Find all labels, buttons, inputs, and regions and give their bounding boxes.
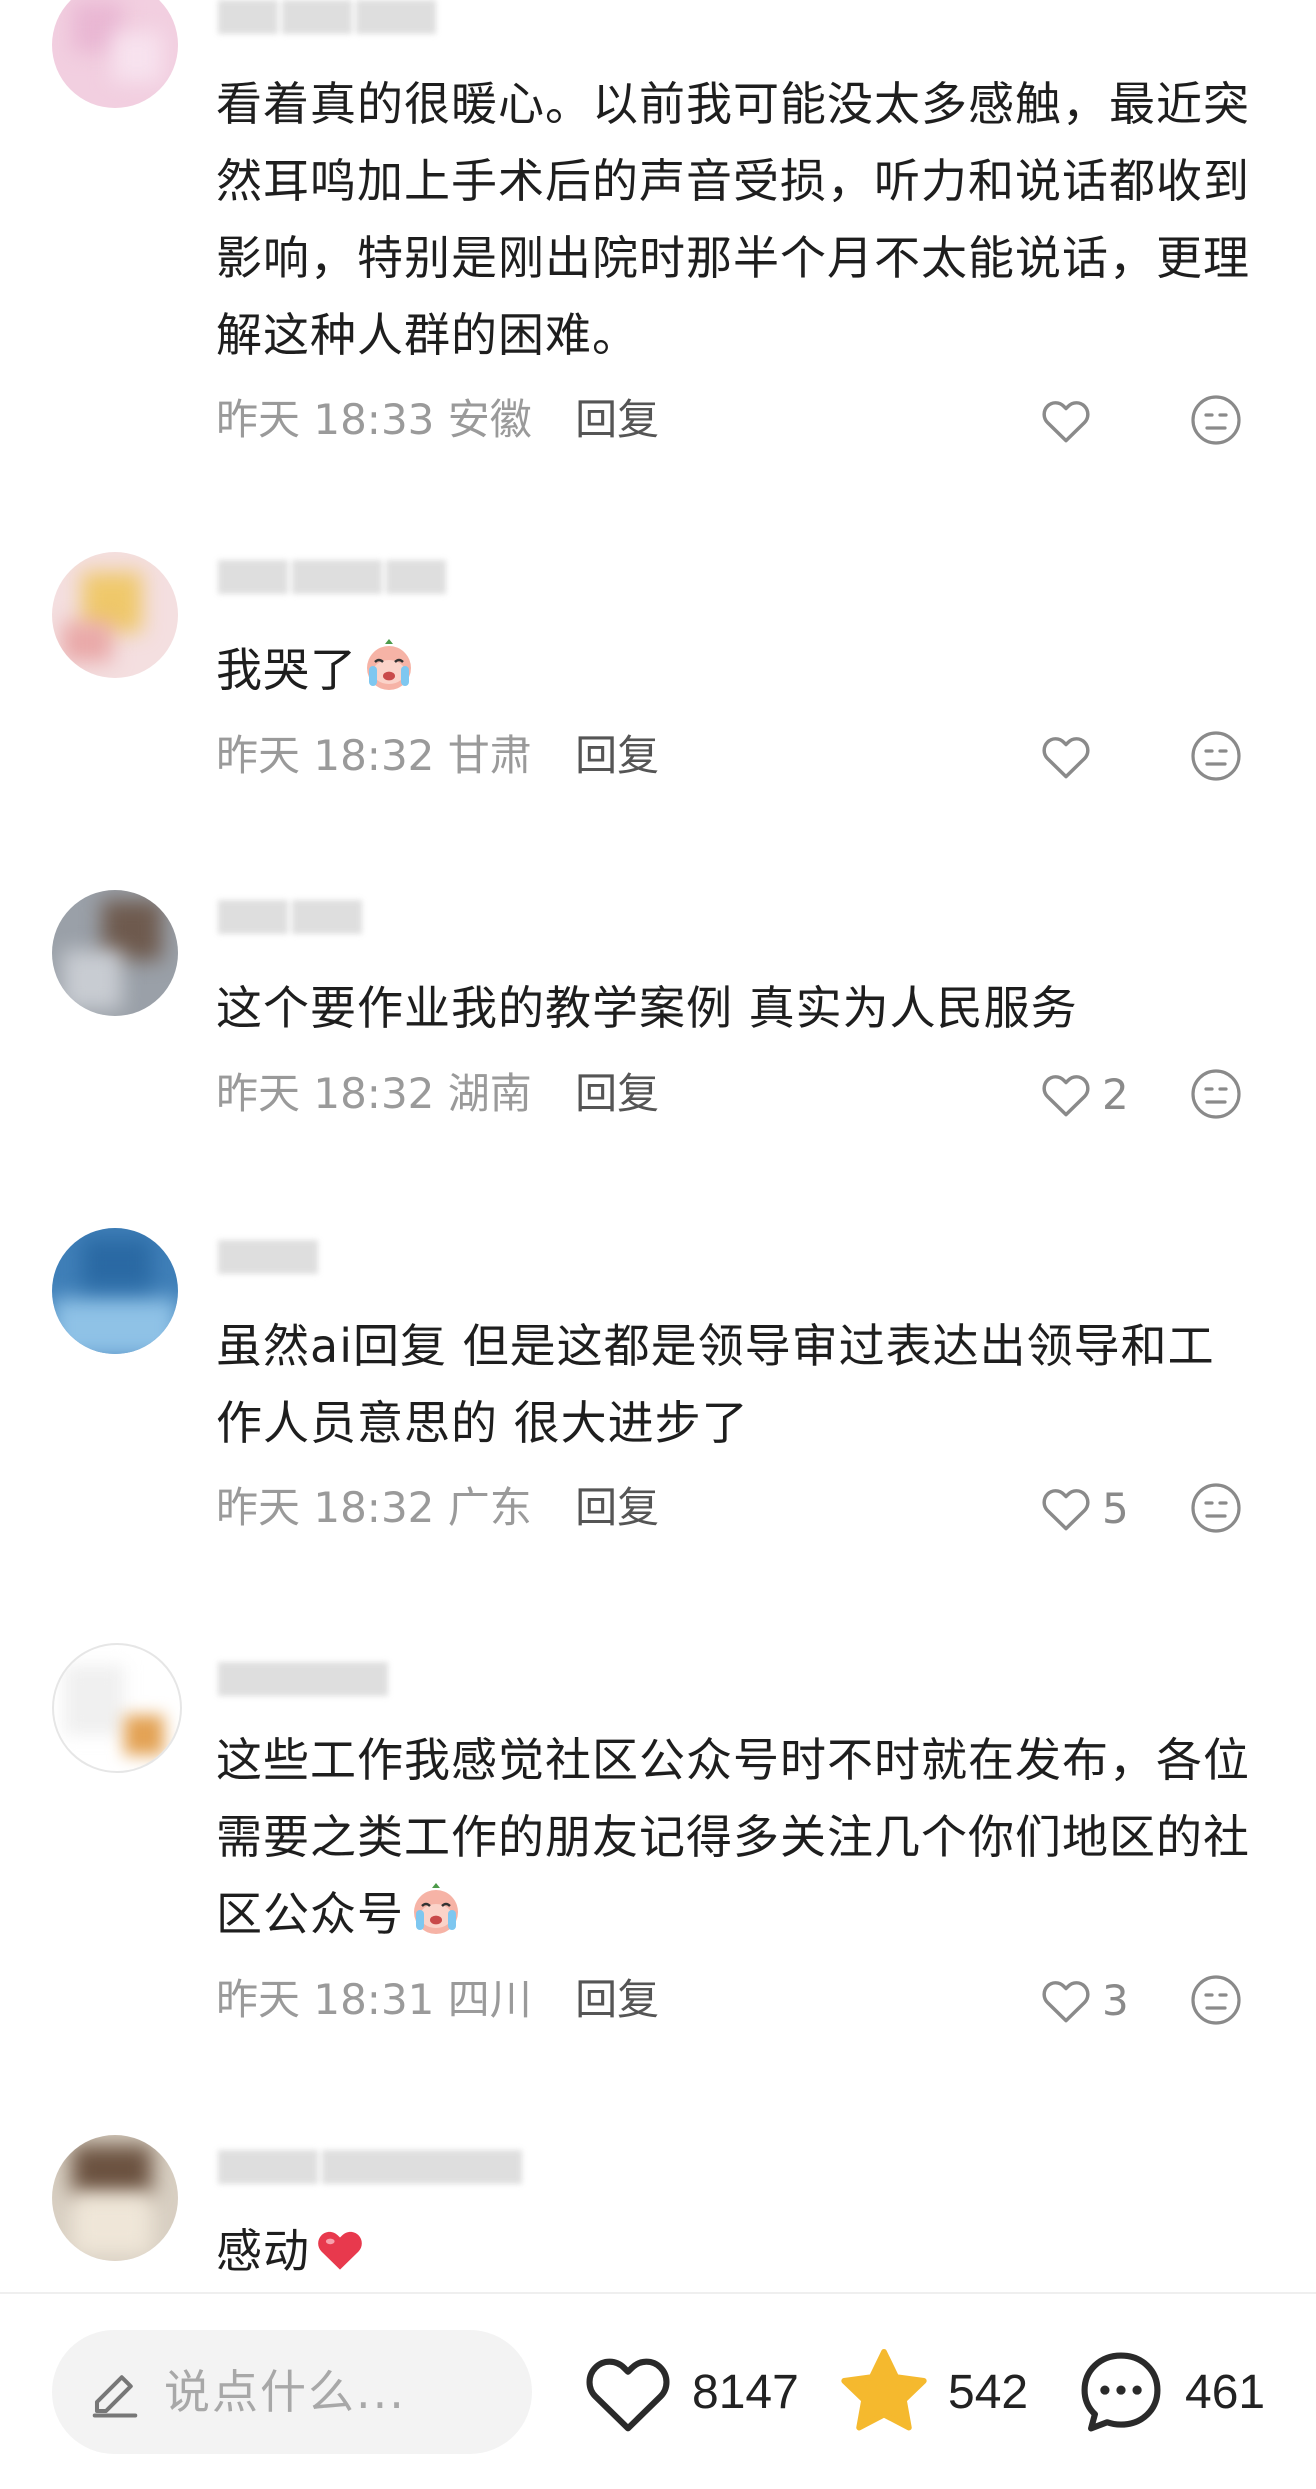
- heart-outline-icon: [1042, 1075, 1090, 1117]
- comment-location: 广东: [447, 1483, 532, 1532]
- like-button[interactable]: [1040, 392, 1102, 448]
- reply-button[interactable]: 回复: [575, 1483, 659, 1532]
- dislike-face-icon[interactable]: [1190, 394, 1242, 446]
- star-icon: [841, 2348, 927, 2431]
- comment-input[interactable]: 说点什么...: [52, 2330, 532, 2454]
- username[interactable]: [218, 0, 440, 34]
- crying-emoji: [414, 1883, 458, 1934]
- comment-time: 昨天 18:32: [216, 731, 435, 780]
- avatar[interactable]: [52, 2135, 178, 2261]
- comment-time: 昨天 18:32: [216, 1069, 435, 1118]
- comment-meta: 昨天 18:33 安徽 回复: [216, 395, 659, 445]
- comment-location: 湖南: [447, 1069, 532, 1118]
- avatar[interactable]: [52, 1228, 178, 1354]
- like-button[interactable]: 2: [1040, 1066, 1129, 1122]
- like-post-button[interactable]: 8147: [582, 2342, 799, 2442]
- like-count: 5: [1102, 1483, 1129, 1533]
- comment-location: 安徽: [447, 395, 532, 444]
- like-button[interactable]: 5: [1040, 1480, 1129, 1536]
- username[interactable]: [218, 1662, 392, 1696]
- username[interactable]: [218, 560, 450, 594]
- pen-icon: [92, 2375, 138, 2418]
- like-button[interactable]: 3: [1040, 1972, 1129, 2028]
- comment-text: 这个要作业我的教学案例 真实为人民服务: [216, 981, 1078, 1035]
- like-count: 3: [1102, 1975, 1129, 2025]
- avatar[interactable]: [52, 890, 178, 1016]
- comment-text-value: 这些工作我感觉社区公众号时不时就在发布，各位需要之类工作的朋友记得多关注几个你们…: [216, 1733, 1250, 1941]
- avatar[interactable]: [52, 1643, 182, 1773]
- comment-text: 这些工作我感觉社区公众号时不时就在发布，各位需要之类工作的朋友记得多关注几个你们…: [216, 1722, 1256, 1953]
- comment-text-value: 感动: [216, 2224, 310, 2278]
- dislike-face-icon[interactable]: [1190, 1974, 1242, 2026]
- comment-text-value: 我哭了: [216, 643, 357, 697]
- like-button[interactable]: [1040, 728, 1102, 784]
- avatar[interactable]: [52, 552, 178, 678]
- reply-button[interactable]: 回复: [575, 731, 659, 780]
- comment-text: 虽然ai回复 但是这都是领导审过表达出领导和工作人员意思的 很大进步了: [216, 1319, 1215, 1450]
- heart-outline-icon: [1042, 1981, 1090, 2023]
- comment-input-placeholder: 说点什么...: [164, 2365, 406, 2419]
- collect-button[interactable]: 542: [838, 2342, 1028, 2442]
- dislike-face-icon[interactable]: [1190, 1068, 1242, 1120]
- heart-outline-icon: [586, 2358, 670, 2432]
- comment-text: 感动: [216, 2213, 1256, 2290]
- username[interactable]: [218, 1240, 322, 1274]
- like-count-total: 8147: [692, 2365, 799, 2419]
- collect-count: 542: [948, 2365, 1029, 2419]
- reply-button[interactable]: 回复: [575, 1069, 659, 1118]
- comment-time: 昨天 18:32: [216, 1483, 435, 1532]
- comment-meta: 昨天 18:32 甘肃 回复: [216, 731, 659, 781]
- comment-time: 昨天 18:31: [216, 1975, 435, 2024]
- avatar[interactable]: [52, 0, 178, 108]
- dislike-face-icon[interactable]: [1190, 1482, 1242, 1534]
- bottom-action-bar: 说点什么... 8147 542 461: [0, 2292, 1316, 2489]
- heart-outline-icon: [1042, 737, 1090, 779]
- comment-location: 四川: [447, 1975, 532, 2024]
- username[interactable]: [218, 900, 366, 934]
- crying-emoji: [367, 639, 411, 690]
- comment-time: 昨天 18:33: [216, 395, 435, 444]
- comment-button[interactable]: 461: [1075, 2342, 1265, 2442]
- comment-meta: 昨天 18:32 广东 回复: [216, 1483, 659, 1533]
- red-heart-emoji: [318, 2231, 362, 2270]
- reply-button[interactable]: 回复: [575, 395, 659, 444]
- comment-text: 看着真的很暖心。以前我可能没太多感触，最近突然耳鸣加上手术后的声音受损，听力和说…: [216, 77, 1250, 362]
- reply-button[interactable]: 回复: [575, 1975, 659, 2024]
- dislike-face-icon[interactable]: [1190, 730, 1242, 782]
- comment-meta: 昨天 18:31 四川 回复: [216, 1975, 659, 2025]
- like-count: 2: [1102, 1069, 1129, 1119]
- heart-outline-icon: [1042, 401, 1090, 443]
- comment-text: 我哭了: [216, 632, 1256, 709]
- comment-bubble-icon: [1081, 2352, 1161, 2432]
- comment-meta: 昨天 18:32 湖南 回复: [216, 1069, 659, 1119]
- comment-location: 甘肃: [447, 731, 532, 780]
- username[interactable]: [218, 2150, 526, 2184]
- heart-outline-icon: [1042, 1489, 1090, 1531]
- comment-count: 461: [1185, 2365, 1266, 2419]
